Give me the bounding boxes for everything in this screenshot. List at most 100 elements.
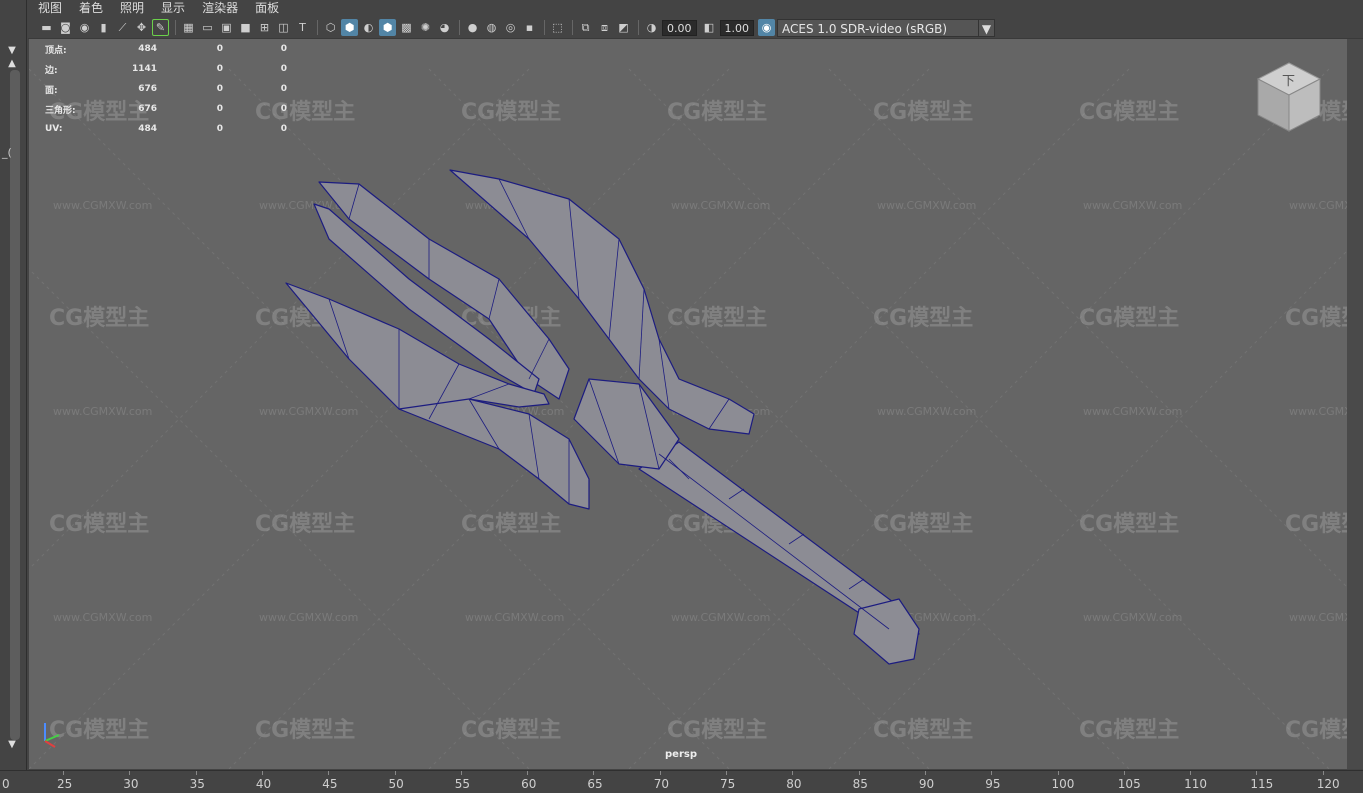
time-slider[interactable]: 0 25 30 35 40 45 50 55 60 65 70 75 80 85 90 95 100 105 11… <box>0 770 1363 793</box>
timeline-tick-label: 25 <box>57 777 73 791</box>
timeline-tick-label: 30 <box>123 777 139 791</box>
timeline-tick-label: 45 <box>322 777 338 791</box>
safe-action-icon[interactable]: ◫ <box>275 19 292 36</box>
timeline-tick-label: 115 <box>1250 777 1274 791</box>
exposure-field[interactable]: 0.00 <box>662 19 697 36</box>
3d-viewport[interactable]: CG模型主 CG模型主 CG模型主 CG模型主 CG模型主 CG模型主 CG模型主 CG模型主… <box>29 39 1347 769</box>
menu-lighting[interactable]: 照明 <box>120 0 144 17</box>
wireframe-on-shaded-icon[interactable]: ⬢ <box>379 19 396 36</box>
menu-shading[interactable]: 着色 <box>79 0 103 17</box>
gate-mask-icon[interactable]: ■ <box>237 19 254 36</box>
hud-value: 0 <box>216 124 223 134</box>
timeline-tick <box>1256 771 1258 775</box>
hud-value: 0 <box>280 84 287 94</box>
smooth-shade-icon[interactable]: ⬢ <box>341 19 358 36</box>
scroll-caret-icon[interactable]: ▲ <box>2 57 22 71</box>
xray-active-icon[interactable]: ⧈ <box>596 19 613 36</box>
camera-name-label: persp <box>665 749 697 760</box>
timeline-tick <box>593 771 595 775</box>
poly-count-hud: 顶点: 484 0 0 边: 1141 0 0 面: 676 0 0 三角形: … <box>45 39 287 139</box>
timeline-tick-label: 95 <box>985 777 1001 791</box>
default-material-icon[interactable]: ◐ <box>360 19 377 36</box>
timeline-tick <box>195 771 197 775</box>
menu-renderer[interactable]: 渲染器 <box>202 0 238 17</box>
hud-value: 0 <box>280 124 287 134</box>
field-chart-icon[interactable]: ⊞ <box>256 19 273 36</box>
panel-menu-bar: 视图 着色 照明 显示 渲染器 面板 <box>28 0 1363 17</box>
hud-value: 0 <box>280 64 287 74</box>
safe-title-icon[interactable]: T <box>294 19 311 36</box>
camera-icon[interactable]: ▬ <box>38 19 55 36</box>
hud-value: 676 <box>138 104 157 114</box>
timeline-tick-label: 35 <box>189 777 205 791</box>
hud-value: 1141 <box>131 64 157 74</box>
color-management-icon[interactable]: ◉ <box>758 19 775 36</box>
grid-icon[interactable]: ▦ <box>180 19 197 36</box>
wireframe-icon[interactable]: ⬡ <box>322 19 339 36</box>
hud-label: 面: <box>45 85 58 96</box>
trident-mesh <box>285 169 920 665</box>
timeline-tick-label: 105 <box>1117 777 1141 791</box>
timeline-tick-label: 50 <box>388 777 404 791</box>
menu-view[interactable]: 视图 <box>38 0 62 17</box>
depth-of-field-icon[interactable]: ▪ <box>521 19 538 36</box>
2d-pan-icon[interactable]: ✥ <box>133 19 150 36</box>
multisample-aa-icon[interactable]: ◎ <box>502 19 519 36</box>
use-all-lights-icon[interactable]: ✺ <box>417 19 434 36</box>
timeline-tick-label: 120 <box>1316 777 1340 791</box>
backface-icon[interactable]: ◩ <box>615 19 632 36</box>
view-cube[interactable]: 下 <box>1254 61 1324 136</box>
scroll-up-icon[interactable]: ▼ <box>2 44 22 58</box>
maya-window: ▼ ▲ _( ▼ 视图 着色 照明 显示 渲染器 面板 ▬ ◙ ◉ ▮ ⟋ ✥ … <box>0 0 1363 793</box>
color-space-value: ACES 1.0 SDR-video (sRGB) <box>782 21 948 36</box>
timeline-tick <box>527 771 529 775</box>
hud-label: 边: <box>45 65 58 76</box>
resolution-gate-icon[interactable]: ▣ <box>218 19 235 36</box>
timeline-tick <box>63 771 64 775</box>
left-panel-strip: ▼ ▲ _( ▼ <box>0 0 27 770</box>
hud-row-vertices: 顶点: 484 0 0 <box>45 39 287 59</box>
hud-label: UV: <box>45 124 63 134</box>
menu-panels[interactable]: 面板 <box>255 0 279 17</box>
film-gate-icon[interactable]: ▭ <box>199 19 216 36</box>
toolbar-divider <box>572 20 573 35</box>
timeline-tick <box>394 771 396 775</box>
screen-space-ao-icon[interactable]: ● <box>464 19 481 36</box>
panel-toolbar: ▬ ◙ ◉ ▮ ⟋ ✥ ✎ ▦ ▭ ▣ ■ ⊞ ◫ T ⬡ ⬢ ◐ ⬢ ▩ ✺ … <box>28 17 1363 39</box>
motion-blur-icon[interactable]: ◍ <box>483 19 500 36</box>
gamma-field[interactable]: 1.00 <box>719 19 754 36</box>
bookmark-camera-icon[interactable]: ◉ <box>76 19 93 36</box>
timeline-tick-label: 90 <box>918 777 935 791</box>
timeline-tick-label: 70 <box>653 777 669 791</box>
hud-value: 0 <box>280 104 287 114</box>
color-space-dropdown[interactable]: ACES 1.0 SDR-video (sRGB) ▼ <box>777 18 995 37</box>
camera-attr-icon[interactable]: ◙ <box>57 19 74 36</box>
xray-icon[interactable]: ▩ <box>398 19 415 36</box>
menu-show[interactable]: 显示 <box>161 0 185 17</box>
bookmark-icon[interactable]: ▮ <box>95 19 112 36</box>
exposure-icon[interactable]: ◑ <box>643 19 660 36</box>
timeline-tick <box>792 771 794 775</box>
image-plane-icon[interactable]: ⟋ <box>114 19 131 36</box>
isolate-select-icon[interactable]: ⬚ <box>549 19 566 36</box>
shadows-icon[interactable]: ◕ <box>436 19 453 36</box>
toolbar-divider <box>459 20 460 35</box>
hud-row-edges: 边: 1141 0 0 <box>45 59 287 79</box>
hud-value: 0 <box>216 104 223 114</box>
chevron-down-icon[interactable]: ▼ <box>978 19 994 36</box>
timeline-tick <box>1322 771 1324 775</box>
view-cube-label: 下 <box>1282 74 1295 89</box>
timeline-edge-label: 0 <box>2 777 10 791</box>
timeline-tick-label: 85 <box>852 777 868 791</box>
timeline-tick-label: 60 <box>521 777 537 791</box>
grease-pencil-icon[interactable]: ✎ <box>152 19 169 36</box>
timeline-tick <box>129 771 131 775</box>
timeline-tick-label: 55 <box>454 777 471 791</box>
scroll-down-icon[interactable]: ▼ <box>2 738 22 752</box>
gamma-icon[interactable]: ◧ <box>701 19 718 36</box>
left-scrollbar[interactable] <box>10 70 20 740</box>
left-edge-text: _( <box>2 146 12 159</box>
toolbar-divider <box>638 20 639 35</box>
timeline-tick <box>924 771 926 775</box>
xray-joints-icon[interactable]: ⧉ <box>577 19 594 36</box>
